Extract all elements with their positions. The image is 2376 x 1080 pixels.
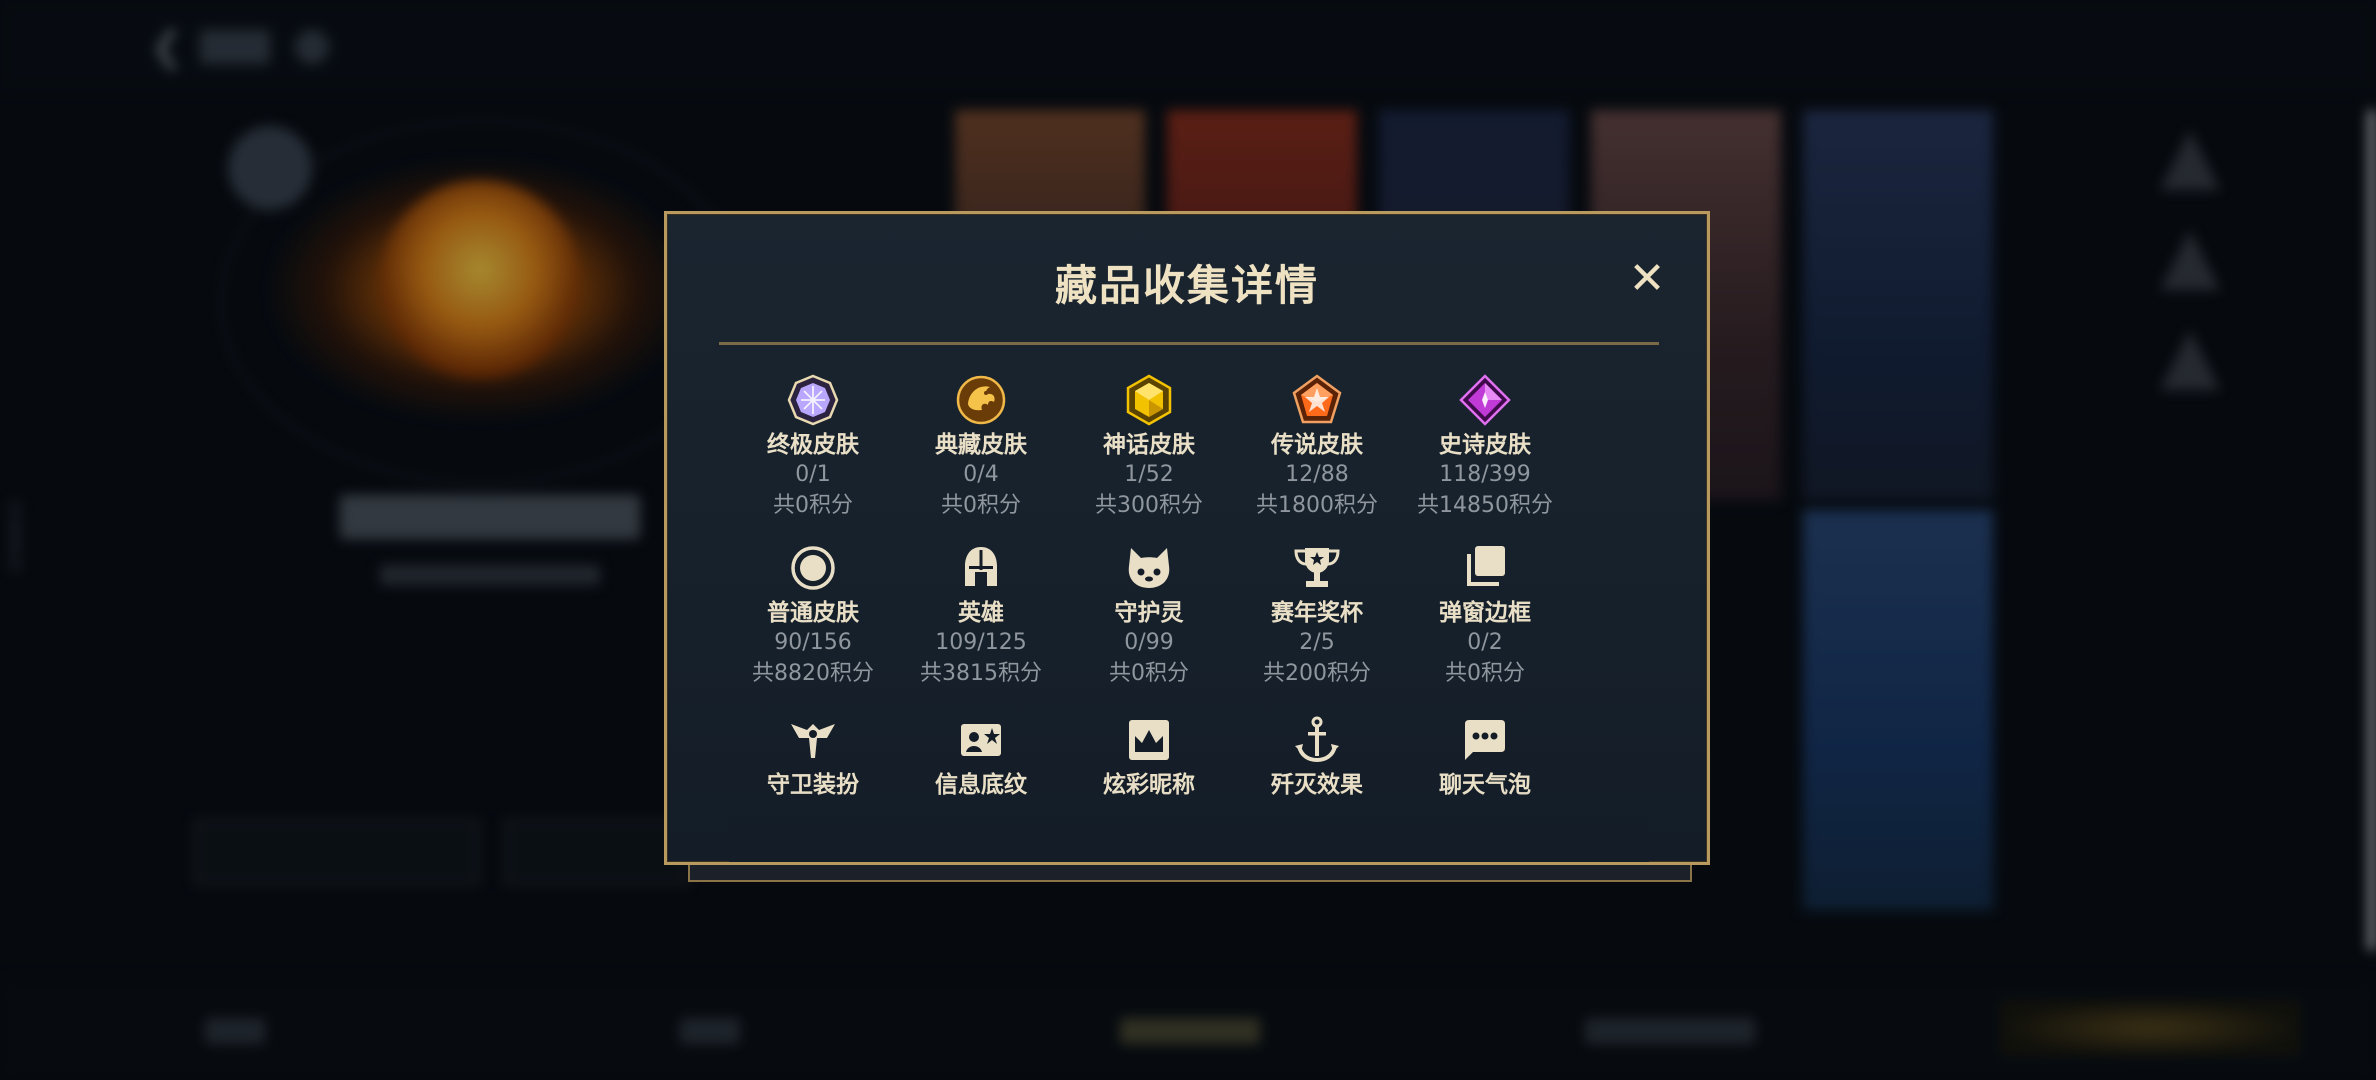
- category-progress: 12/88: [1285, 462, 1349, 487]
- category-name: 守护灵: [1114, 600, 1184, 626]
- category-points: 共200积分: [1263, 661, 1371, 686]
- guardian-spirit-icon: [1128, 548, 1170, 588]
- collection-details-dialog: 藏品收集详情 ✕ 终极皮肤 0/1 共0积分 典藏皮肤 0/4 共0积分 神话皮…: [664, 211, 1710, 865]
- category-info-background[interactable]: 信息底纹: [897, 714, 1065, 800]
- category-season-trophy[interactable]: 赛年奖杯 2/5 共200积分: [1233, 542, 1401, 690]
- category-progress: 90/156: [774, 630, 852, 655]
- category-progress: 1/52: [1124, 462, 1174, 487]
- category-points: 共0积分: [1109, 661, 1189, 686]
- normal-skin-circle-icon: [791, 546, 835, 590]
- category-name: 普通皮肤: [767, 600, 859, 626]
- category-hero[interactable]: 英雄 109/125 共3815积分: [897, 542, 1065, 690]
- category-legend-skin[interactable]: 传说皮肤 12/88 共1800积分: [1233, 374, 1401, 522]
- info-background-icon: [961, 724, 1001, 756]
- ultimate-skin-gem-icon: [787, 374, 839, 426]
- category-name: 守卫装扮: [767, 772, 859, 798]
- hero-helmet-icon: [965, 547, 997, 586]
- season-trophy-icon: [1294, 548, 1340, 587]
- category-progress: 0/4: [963, 462, 999, 487]
- category-name: 弹窗边框: [1439, 600, 1531, 626]
- category-collection-skin[interactable]: 典藏皮肤 0/4 共0积分: [897, 374, 1065, 522]
- category-name: 信息底纹: [935, 772, 1027, 798]
- guard-outfit-icon: [791, 724, 835, 758]
- category-progress: 2/5: [1299, 630, 1335, 655]
- category-name: 赛年奖杯: [1271, 600, 1363, 626]
- category-progress: 0/99: [1124, 630, 1174, 655]
- category-popup-frame[interactable]: 弹窗边框 0/2 共0积分: [1401, 542, 1569, 690]
- category-progress: 0/2: [1467, 630, 1503, 655]
- category-chat-bubble[interactable]: 聊天气泡: [1401, 714, 1569, 800]
- popup-frame-icon: [1467, 546, 1505, 586]
- category-points: 共8820积分: [752, 661, 874, 686]
- category-name: 英雄: [958, 600, 1004, 626]
- close-icon[interactable]: ✕: [1622, 254, 1672, 304]
- category-colorful-nickname[interactable]: 炫彩昵称: [1065, 714, 1233, 800]
- category-name: 终极皮肤: [767, 432, 859, 458]
- category-name: 传说皮肤: [1271, 432, 1363, 458]
- category-ultimate-skin[interactable]: 终极皮肤 0/1 共0积分: [729, 374, 897, 522]
- category-points: 共0积分: [1445, 661, 1525, 686]
- myth-skin-gem-icon: [1126, 374, 1172, 426]
- category-guard-outfit[interactable]: 守卫装扮: [729, 714, 897, 800]
- colorful-nickname-icon: [1129, 720, 1169, 760]
- chat-bubble-icon: [1465, 720, 1505, 760]
- category-progress: 0/1: [795, 462, 831, 487]
- category-name: 聊天气泡: [1439, 772, 1531, 798]
- category-name: 史诗皮肤: [1439, 432, 1531, 458]
- collection-category-grid: 终极皮肤 0/1 共0积分 典藏皮肤 0/4 共0积分 神话皮肤 1/52 共3…: [729, 374, 1649, 854]
- dialog-title: 藏品收集详情: [1054, 261, 1319, 310]
- category-points: 共0积分: [773, 493, 853, 518]
- category-name: 炫彩昵称: [1103, 772, 1195, 798]
- category-normal-skin[interactable]: 普通皮肤 90/156 共8820积分: [729, 542, 897, 690]
- category-points: 共300积分: [1095, 493, 1203, 518]
- title-divider: [719, 342, 1659, 345]
- category-points: 共3815积分: [920, 661, 1042, 686]
- category-points: 共0积分: [941, 493, 1021, 518]
- category-name: 典藏皮肤: [935, 432, 1027, 458]
- category-guardian-spirit[interactable]: 守护灵 0/99 共0积分: [1065, 542, 1233, 690]
- annihilation-effect-icon: [1295, 716, 1339, 763]
- category-progress: 109/125: [935, 630, 1027, 655]
- category-points: 共14850积分: [1417, 493, 1553, 518]
- epic-skin-gem-icon: [1459, 374, 1511, 426]
- collection-skin-dragon-icon: [956, 375, 1006, 425]
- category-name: 歼灭效果: [1271, 772, 1363, 798]
- category-annihilation-effect[interactable]: 歼灭效果: [1233, 714, 1401, 800]
- category-name: 神话皮肤: [1103, 432, 1195, 458]
- category-points: 共1800积分: [1256, 493, 1378, 518]
- legend-skin-gem-icon: [1292, 374, 1342, 424]
- category-progress: 118/399: [1439, 462, 1531, 487]
- category-epic-skin[interactable]: 史诗皮肤 118/399 共14850积分: [1401, 374, 1569, 522]
- category-myth-skin[interactable]: 神话皮肤 1/52 共300积分: [1065, 374, 1233, 522]
